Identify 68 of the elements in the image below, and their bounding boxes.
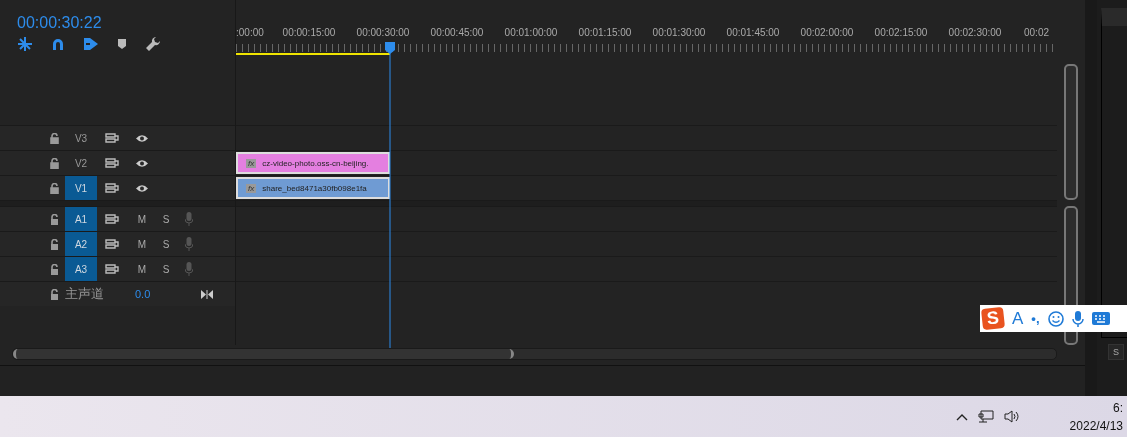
eye-icon[interactable] <box>135 158 149 168</box>
ime-logo[interactable]: S <box>980 306 1006 331</box>
clock-date[interactable]: 2022/4/13 <box>1069 418 1123 433</box>
sync-lock-icon[interactable] <box>105 133 119 143</box>
lock-icon[interactable] <box>50 288 59 300</box>
ruler-time-label: 00:02:15:00 <box>873 27 929 38</box>
horizontal-scrollbar[interactable] <box>12 348 1057 360</box>
clock-time[interactable]: 6: <box>1113 400 1123 415</box>
nest-icon[interactable] <box>17 36 33 52</box>
master-volume-value[interactable]: 0.0 <box>135 288 201 300</box>
speaker-icon[interactable] <box>1003 410 1020 423</box>
lock-icon[interactable] <box>50 213 59 225</box>
track-target[interactable]: V1 <box>65 176 97 200</box>
mute-button[interactable]: M <box>131 263 153 275</box>
ruler-time-label: :00:00 <box>236 27 265 38</box>
microphone-icon[interactable] <box>1071 310 1084 327</box>
video-clip[interactable]: fx share_bed8471a30fb098e1fa <box>236 177 391 199</box>
sync-lock-icon[interactable] <box>105 183 119 193</box>
eye-icon[interactable] <box>135 133 149 143</box>
fx-badge: fx <box>246 183 257 193</box>
sync-lock-icon[interactable] <box>105 264 119 274</box>
bowtie-icon[interactable] <box>201 289 213 299</box>
vertical-scrollbar[interactable] <box>1064 64 1078 201</box>
marker-icon[interactable] <box>117 38 127 50</box>
mute-button[interactable]: M <box>131 238 153 250</box>
solo-button[interactable]: S <box>155 263 177 275</box>
settings-icon[interactable] <box>145 36 161 52</box>
time-ruler[interactable]: :00:00 00:00:15:00 00:00:30:00 00:00:45:00 00:01:00:00 00:01:15:00 00:01:30:00 00:01:45:00 00:02:00:00 00:02:15:00 00:02:30:00 00:02 <box>236 0 1057 60</box>
mute-button[interactable]: M <box>131 213 153 225</box>
lock-icon[interactable] <box>50 238 59 250</box>
ruler-time-label: 00:00:45:00 <box>429 27 485 38</box>
lock-icon[interactable] <box>50 157 59 169</box>
ruler-time-label: 00:00:15:00 <box>281 27 337 38</box>
sync-lock-icon[interactable] <box>105 239 119 249</box>
ruler-time-label: 00:01:45:00 <box>725 27 781 38</box>
ruler-time-label: 00:02:00:00 <box>799 27 855 38</box>
track-target[interactable]: A2 <box>65 232 97 256</box>
snap-icon[interactable] <box>51 37 65 51</box>
fx-badge: fx <box>246 158 257 168</box>
sync-lock-icon[interactable] <box>105 214 119 224</box>
smiley-icon[interactable] <box>1047 310 1064 327</box>
linked-selection-icon[interactable] <box>83 37 99 51</box>
chevron-up-icon[interactable] <box>955 412 968 421</box>
ime-punctuation-toggle[interactable]: •, <box>1031 311 1040 326</box>
ruler-time-label: 00:01:00:00 <box>503 27 559 38</box>
video-clip[interactable]: fx cz-video-photo.oss-cn-beijing. <box>236 152 391 174</box>
lock-icon[interactable] <box>50 182 59 194</box>
sync-lock-icon[interactable] <box>105 158 119 168</box>
lock-icon[interactable] <box>50 263 59 275</box>
eye-icon[interactable] <box>135 183 149 193</box>
ruler-time-label: 00:02 <box>1023 27 1050 38</box>
solo-button[interactable]: S <box>155 238 177 250</box>
timecode[interactable]: 00:00:30:22 <box>17 14 102 32</box>
track-target[interactable]: A3 <box>65 257 97 281</box>
ime-mode-toggle[interactable]: A <box>1012 308 1024 329</box>
master-track-label: 主声道 <box>65 285 105 303</box>
track-target[interactable]: A1 <box>65 207 97 231</box>
track-target[interactable]: V3 <box>65 126 97 150</box>
solo-button[interactable]: S <box>1108 344 1124 360</box>
track-target[interactable]: V2 <box>65 151 97 175</box>
keyboard-icon[interactable] <box>1091 312 1110 325</box>
ruler-time-label: 00:02:30:00 <box>947 27 1003 38</box>
ruler-time-label: 00:01:15:00 <box>577 27 633 38</box>
lock-icon[interactable] <box>50 132 59 144</box>
ruler-time-label: 00:00:30:00 <box>355 27 411 38</box>
solo-button[interactable]: S <box>155 213 177 225</box>
ruler-time-label: 00:01:30:00 <box>651 27 707 38</box>
network-icon[interactable] <box>977 409 994 424</box>
